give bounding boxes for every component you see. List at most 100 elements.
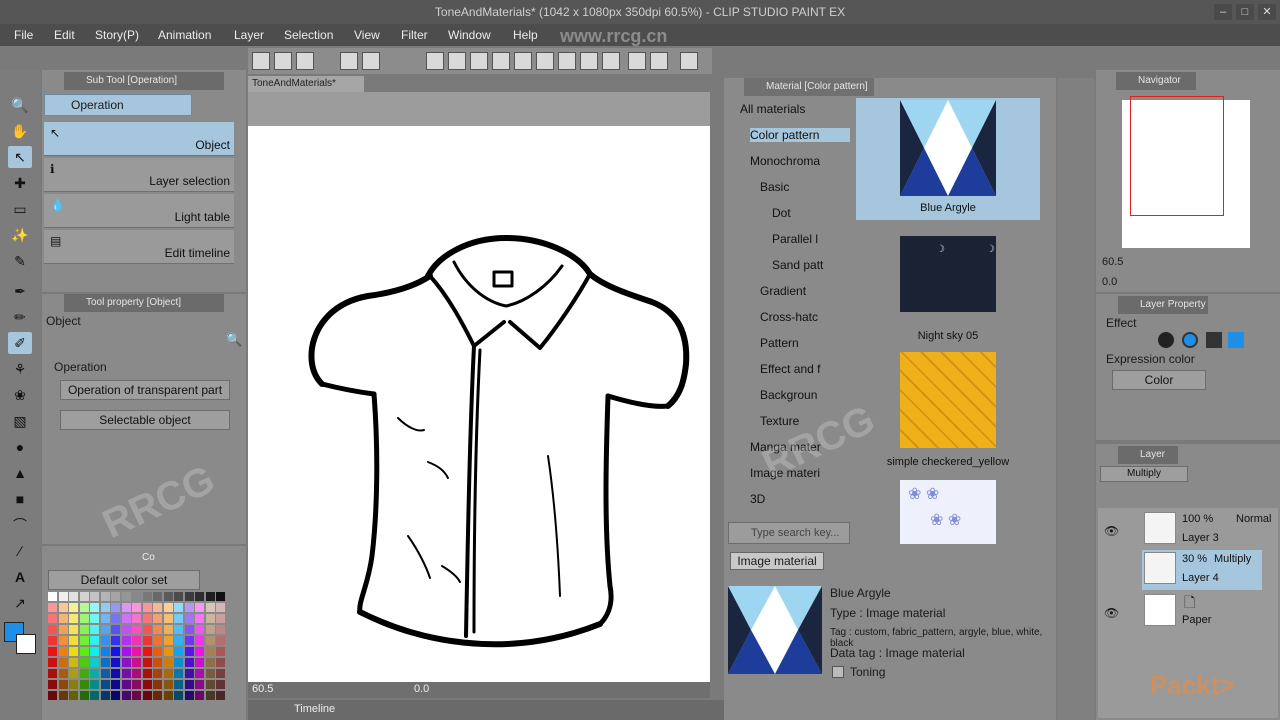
color-swatch[interactable]: [153, 592, 162, 601]
color-swatch[interactable]: [111, 669, 120, 678]
zoom-icon[interactable]: 🔍: [8, 94, 32, 116]
color-swatch-grid[interactable]: [48, 592, 230, 710]
perspective-icon[interactable]: [680, 52, 698, 70]
airbrush-icon[interactable]: ⚘: [8, 358, 32, 380]
color-swatch[interactable]: [184, 625, 194, 634]
snap-ruler-icon[interactable]: [602, 52, 620, 70]
color-swatch[interactable]: [132, 669, 141, 678]
color-swatch[interactable]: [79, 669, 89, 678]
text-icon[interactable]: A: [8, 566, 32, 588]
snap-point-icon[interactable]: [650, 52, 668, 70]
layer-row-layer-3[interactable]: 100 % Normal Layer 3: [1142, 510, 1271, 550]
color-swatch[interactable]: [174, 625, 183, 634]
color-swatch[interactable]: [195, 614, 204, 623]
redo-icon[interactable]: [362, 52, 380, 70]
eyedropper-icon[interactable]: ✎: [8, 250, 32, 272]
color-swatch[interactable]: [184, 614, 194, 623]
snap-icon[interactable]: [580, 52, 598, 70]
color-swatch[interactable]: [174, 603, 183, 612]
thumbnail-flower-pattern[interactable]: ❀ ❀ ❀ ❀: [900, 480, 996, 544]
sub-color-swatch[interactable]: [16, 634, 36, 654]
color-swatch[interactable]: [48, 614, 57, 623]
color-swatch[interactable]: [79, 614, 89, 623]
color-swatch[interactable]: [174, 647, 183, 656]
color-swatch[interactable]: [195, 647, 204, 656]
color-swatch[interactable]: [142, 647, 152, 656]
color-swatch[interactable]: [153, 614, 162, 623]
thumbnail-checkered-yellow[interactable]: simple checkered_yellow: [856, 352, 1040, 474]
color-swatch[interactable]: [121, 680, 131, 689]
color-swatch[interactable]: [205, 691, 215, 700]
color-swatch[interactable]: [174, 691, 183, 700]
material-tree-item[interactable]: Image materi: [750, 466, 820, 480]
material-tree-item[interactable]: Sand patt: [772, 258, 823, 272]
color-swatch[interactable]: [205, 614, 215, 623]
operation-icon[interactable]: ↖: [8, 146, 32, 168]
color-swatch[interactable]: [174, 680, 183, 689]
blend-mode-dropdown[interactable]: Multiply: [1100, 466, 1188, 482]
color-swatch[interactable]: [100, 614, 110, 623]
color-swatch[interactable]: [184, 636, 194, 645]
hand-icon[interactable]: ✋: [8, 120, 32, 142]
color-swatch[interactable]: [195, 658, 204, 667]
color-swatch[interactable]: [205, 603, 215, 612]
color-swatch[interactable]: [153, 680, 162, 689]
color-swatch[interactable]: [184, 647, 194, 656]
color-swatch[interactable]: [184, 669, 194, 678]
color-swatch[interactable]: [58, 691, 68, 700]
fill-selection-icon[interactable]: [448, 52, 466, 70]
material-tree-item[interactable]: Texture: [760, 414, 799, 428]
color-swatch[interactable]: [205, 625, 215, 634]
color-swatch[interactable]: [132, 625, 141, 634]
color-swatch[interactable]: [79, 625, 89, 634]
color-swatch[interactable]: [90, 658, 99, 667]
color-swatch[interactable]: [216, 603, 225, 612]
color-swatch[interactable]: [79, 691, 89, 700]
color-swatch[interactable]: [163, 636, 173, 645]
color-swatch[interactable]: [132, 592, 141, 601]
color-swatch[interactable]: [48, 603, 57, 612]
color-swatch[interactable]: [142, 691, 152, 700]
material-tree-item[interactable]: Dot: [772, 206, 791, 220]
color-swatch[interactable]: [142, 636, 152, 645]
material-search-input[interactable]: Type search key...: [728, 522, 850, 544]
color-swatch[interactable]: [69, 592, 78, 601]
color-swatch[interactable]: [58, 625, 68, 634]
zoom-preview-icon[interactable]: 🔍: [226, 332, 242, 348]
material-tree-item[interactable]: 3D: [750, 492, 765, 506]
color-swatch[interactable]: [48, 680, 57, 689]
layer-row-paper[interactable]: 🗋 Paper: [1142, 592, 1264, 632]
color-swatch[interactable]: [163, 614, 173, 623]
color-swatch[interactable]: [163, 603, 173, 612]
canvas-area[interactable]: [248, 92, 710, 686]
color-swatch[interactable]: [100, 603, 110, 612]
color-swatch[interactable]: [79, 592, 89, 601]
color-swatch[interactable]: [69, 636, 78, 645]
color-swatch[interactable]: [132, 691, 141, 700]
color-swatch[interactable]: [48, 691, 57, 700]
color-swatch[interactable]: [90, 669, 99, 678]
correct-line-icon[interactable]: ↗: [8, 592, 32, 614]
invert-icon[interactable]: [536, 52, 554, 70]
thumbnail-night-sky[interactable]: ☽ ☽ Night sky 05: [856, 226, 1040, 348]
color-swatch[interactable]: [90, 691, 99, 700]
color-swatch[interactable]: [79, 647, 89, 656]
color-swatch[interactable]: [69, 647, 78, 656]
color-swatch[interactable]: [90, 647, 99, 656]
color-swatch[interactable]: [58, 680, 68, 689]
color-swatch[interactable]: [48, 636, 57, 645]
menu-view[interactable]: View: [354, 28, 380, 42]
color-swatch[interactable]: [142, 625, 152, 634]
color-swatch[interactable]: [100, 691, 110, 700]
color-swatch[interactable]: [184, 680, 194, 689]
material-tree-item[interactable]: Manga mater: [750, 440, 821, 454]
color-swatch[interactable]: [184, 691, 194, 700]
color-swatch[interactable]: [205, 680, 215, 689]
navigator-zoom[interactable]: 60.5: [1102, 256, 1123, 268]
color-swatch[interactable]: [58, 658, 68, 667]
color-swatch[interactable]: [142, 603, 152, 612]
color-swatch[interactable]: [195, 625, 204, 634]
color-swatch[interactable]: [121, 625, 131, 634]
color-swatch[interactable]: [195, 669, 204, 678]
color-swatch[interactable]: [195, 603, 204, 612]
